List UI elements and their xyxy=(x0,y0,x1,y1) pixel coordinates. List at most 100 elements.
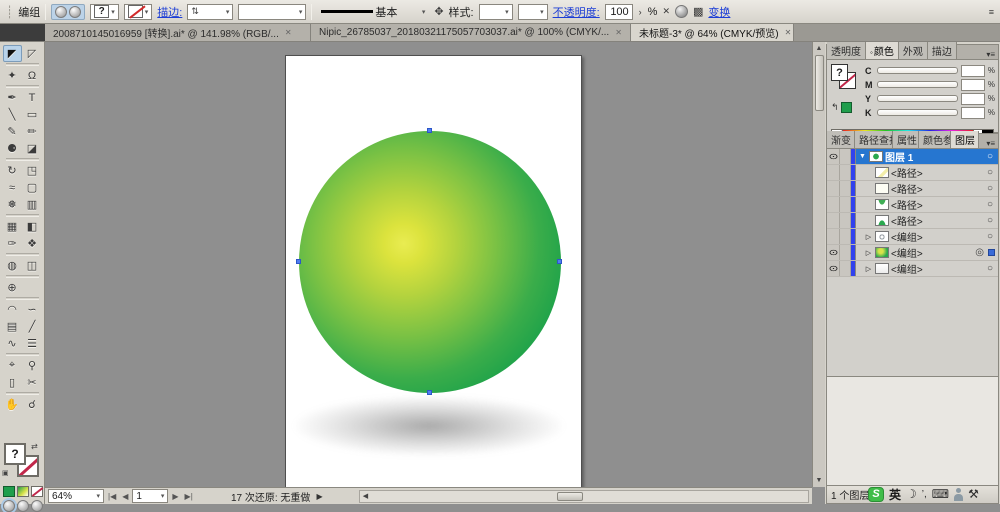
tool-mesh[interactable]: ▦ xyxy=(3,218,22,235)
layer-row-6[interactable]: ▷ <编组> ○ xyxy=(827,229,998,245)
tool-hand[interactable]: ✋ xyxy=(3,396,22,413)
artboard-number-select[interactable]: 1 ▾ xyxy=(132,489,168,503)
tool-pencil[interactable]: ✏ xyxy=(23,123,42,140)
tool-rectangle[interactable]: ▭ xyxy=(23,106,42,123)
visibility-toggle[interactable]: ⊙ xyxy=(827,261,840,276)
visibility-toggle[interactable] xyxy=(827,213,840,228)
visibility-toggle[interactable] xyxy=(827,197,840,212)
horizontal-scroll-thumb[interactable] xyxy=(557,492,583,501)
appearance-select[interactable]: ▾ xyxy=(518,4,548,20)
tool-line-segment[interactable]: ╲ xyxy=(3,106,22,123)
panel-menu-icon[interactable]: ▾≡ xyxy=(983,139,998,148)
tab-pathfinder[interactable]: 路径查找 xyxy=(855,131,893,148)
tool-column-graph[interactable]: ▥ xyxy=(23,196,42,213)
layer-name[interactable]: <路径> xyxy=(891,197,985,212)
tool-paintbrush[interactable]: ✎ xyxy=(3,123,22,140)
tool-measure[interactable]: ⌖ xyxy=(3,357,22,374)
layer-name[interactable]: <路径> xyxy=(891,213,985,228)
stroke-weight-input[interactable]: ⇅ ▾ xyxy=(187,4,233,20)
tool-perspective-grid[interactable]: ▤ xyxy=(3,318,22,335)
lock-toggle[interactable] xyxy=(840,149,851,164)
tool-eraser[interactable]: ◪ xyxy=(23,140,42,157)
channel-value-input[interactable] xyxy=(961,107,985,119)
lock-toggle[interactable] xyxy=(840,213,851,228)
tool-free-transform[interactable]: ▢ xyxy=(23,179,42,196)
punctuation-icon[interactable]: ’, xyxy=(922,489,927,500)
layer-thumbnail[interactable] xyxy=(875,263,889,274)
tool-type[interactable]: T xyxy=(23,89,42,106)
tab-appearance[interactable]: 外观 xyxy=(899,42,928,59)
tab-stroke[interactable]: 描边 xyxy=(928,42,957,59)
panel-menu-icon[interactable]: ▾≡ xyxy=(983,50,998,59)
anchor-point-right[interactable] xyxy=(557,259,562,264)
scroll-down-icon[interactable]: ▼ xyxy=(816,474,823,487)
keyboard-icon[interactable]: ⌨ xyxy=(932,487,949,501)
control-bar-grip-icon[interactable]: ┊ xyxy=(6,5,13,19)
ime-language-toggle[interactable]: 英 xyxy=(889,486,901,503)
swap-fill-stroke-icon[interactable]: ⇄ xyxy=(31,442,38,451)
target-icon[interactable]: ○ xyxy=(987,167,993,178)
expand-icon[interactable]: ▷ xyxy=(864,265,873,273)
style-select[interactable]: ▾ xyxy=(479,4,513,20)
stepper-icon[interactable]: ⇅ xyxy=(191,6,199,17)
lock-toggle[interactable] xyxy=(840,261,851,276)
tool-width[interactable]: ≈ xyxy=(3,179,22,196)
status-expand-icon[interactable]: ▶ xyxy=(316,492,322,501)
width-profile-select[interactable]: ▾ xyxy=(238,4,306,20)
stroke-panel-link[interactable]: 描边: xyxy=(157,4,182,20)
tool-warp[interactable]: ◠ xyxy=(3,301,22,318)
expand-icon[interactable]: ▷ xyxy=(864,233,873,241)
visibility-toggle[interactable] xyxy=(827,229,840,244)
gradient-button[interactable] xyxy=(17,486,29,497)
opacity-mask-icon[interactable]: ✕ xyxy=(662,6,670,17)
tab-color-guide[interactable]: 颜色参 xyxy=(919,131,951,148)
anchor-point-bottom[interactable] xyxy=(427,390,432,395)
tab-gradient[interactable]: 渐变 xyxy=(827,131,855,148)
tool-scribble[interactable]: ∿ xyxy=(3,335,22,352)
layer-thumbnail[interactable] xyxy=(875,183,889,194)
layer-row-2[interactable]: <路径> ○ xyxy=(827,165,998,181)
isolate-enter-icon[interactable] xyxy=(69,6,81,18)
lock-toggle[interactable] xyxy=(840,229,851,244)
align-dropdown-icon[interactable]: ▩ xyxy=(693,5,703,18)
color-button[interactable] xyxy=(3,486,15,497)
fill-swatch-unknown[interactable]: ? xyxy=(831,64,848,81)
screen-mode-full-icon[interactable] xyxy=(31,500,43,512)
artboard[interactable] xyxy=(285,55,582,487)
canvas-area[interactable] xyxy=(45,42,812,487)
layer-row-8[interactable]: ⊙ ▷ <编组> ○ xyxy=(827,261,998,277)
layer-row-1[interactable]: ⊙ ▼ 图层 1 ○ xyxy=(827,149,998,165)
isolate-back-icon[interactable] xyxy=(55,6,67,18)
layer-name[interactable]: 图层 1 xyxy=(885,149,985,164)
target-icon[interactable]: ○ xyxy=(987,215,993,226)
layer-name[interactable]: <路径> xyxy=(891,181,985,196)
undo-status-cell[interactable]: 17 次还原: 无重做 ▶ xyxy=(197,489,357,503)
target-icon[interactable]: ○ xyxy=(987,183,993,194)
layer-row-5[interactable]: <路径> ○ xyxy=(827,213,998,229)
channel-value-input[interactable] xyxy=(961,93,985,105)
tab-color[interactable]: 颜色 xyxy=(866,42,899,59)
brush-definition-select[interactable]: 基本 ▾ xyxy=(317,4,429,20)
zoom-level-select[interactable]: 64% ▾ xyxy=(48,489,104,503)
close-icon[interactable]: ✕ xyxy=(285,28,292,37)
default-fill-stroke-icon[interactable]: ▣ xyxy=(2,469,9,477)
lock-toggle[interactable] xyxy=(840,245,851,260)
scroll-up-icon[interactable]: ▲ xyxy=(816,42,823,55)
next-artboard-icon[interactable]: ▶ xyxy=(170,492,180,501)
isolation-mode-buttons[interactable] xyxy=(51,4,85,20)
control-panel-menu-icon[interactable]: ≡ xyxy=(989,7,994,17)
layer-name[interactable]: <编组> xyxy=(891,245,973,260)
target-icon[interactable]: ○ xyxy=(987,231,993,242)
target-icon[interactable]: ○ xyxy=(987,199,993,210)
visibility-toggle[interactable]: ⊙ xyxy=(827,149,840,164)
horizontal-scrollbar[interactable]: ◀ xyxy=(359,490,809,503)
screen-mode-full-menubar-icon[interactable] xyxy=(17,500,29,512)
tab-transparency[interactable]: 透明度 xyxy=(827,42,866,59)
channel-slider[interactable] xyxy=(877,109,958,116)
anchor-point-top[interactable] xyxy=(427,128,432,133)
tool-direct-selection[interactable]: ◸ xyxy=(23,45,42,62)
tool-slice[interactable]: ▯ xyxy=(3,374,22,391)
target-icon[interactable]: ◎ xyxy=(975,247,984,258)
tools-wrench-icon[interactable]: ⚒ xyxy=(968,487,979,501)
vertical-scrollbar[interactable]: ▲ ▼ xyxy=(812,42,825,487)
